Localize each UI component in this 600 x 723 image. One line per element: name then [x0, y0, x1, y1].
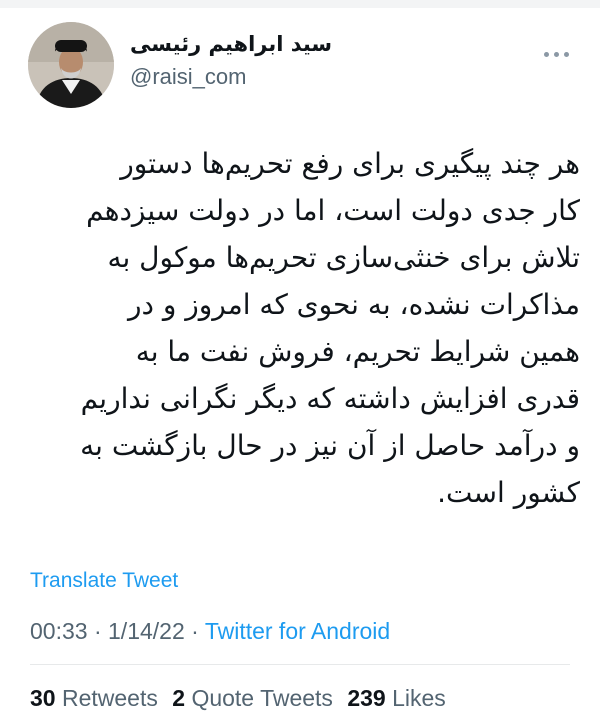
engagement-stats: 30 Retweets 2 Quote Tweets 239 Likes — [30, 684, 454, 712]
tweet-line: هر چند پیگیری برای رفع تحریم‌ها دستور — [120, 147, 580, 180]
dot-icon — [543, 51, 549, 57]
translate-tweet-link[interactable]: Translate Tweet — [30, 568, 178, 594]
tweet-date[interactable]: 1/14/22 — [108, 618, 185, 644]
tweet-line: همین شرایط تحریم، فروش نفت ما به — [135, 335, 580, 368]
tweet-source-link[interactable]: Twitter for Android — [205, 618, 390, 644]
likes-count: 239 — [347, 685, 386, 711]
more-options-button[interactable] — [536, 44, 576, 64]
stats-divider — [30, 664, 570, 665]
retweets-stat[interactable]: 30 Retweets — [30, 685, 158, 711]
meta-separator: · — [191, 618, 199, 644]
tweet-line: قدری افزایش داشته که دیگر نگرانی نداریم — [80, 382, 580, 415]
author-info: سید ابراهیم رئیسی @raisi_com — [130, 30, 390, 100]
tweet-line: تلاش برای خنثی‌سازی تحریم‌ها موکول به — [107, 241, 580, 274]
tweet-time[interactable]: 00:33 — [30, 618, 88, 644]
retweets-label: Retweets — [61, 685, 158, 711]
meta-separator: · — [93, 618, 102, 644]
likes-stat[interactable]: 239 Likes — [347, 685, 445, 711]
avatar[interactable] — [28, 22, 114, 108]
likes-label: Likes — [392, 685, 446, 711]
dot-icon — [553, 51, 559, 57]
tweet-header: سید ابراهیم رئیسی @raisi_com — [28, 22, 576, 112]
quote-tweets-stat[interactable]: 2 Quote Tweets — [172, 685, 333, 711]
tweet-line: و درآمد حاصل از آن نیز در حال بازگشت به — [80, 429, 580, 462]
dot-icon — [563, 51, 569, 57]
author-handle[interactable]: @raisi_com — [130, 62, 390, 92]
tweet-line: کار جدی دولت است، اما در دولت سیزدهم — [86, 194, 580, 227]
tweet-line: مذاکرات نشده، به نحوی که امروز و در — [127, 288, 580, 321]
tweet-meta: 00:33 · 1/14/22 · Twitter for Android — [30, 617, 390, 645]
retweets-count: 30 — [30, 685, 56, 711]
quote-tweets-label: Quote Tweets — [191, 685, 333, 711]
top-divider — [0, 0, 600, 8]
profile-photo-icon — [28, 22, 114, 108]
author-display-name[interactable]: سید ابراهیم رئیسی — [130, 30, 390, 58]
tweet-text: هر چند پیگیری برای رفع تحریم‌ها دستور کا… — [20, 140, 580, 540]
quote-tweets-count: 2 — [172, 685, 186, 711]
tweet-line: کشور است. — [437, 476, 580, 509]
